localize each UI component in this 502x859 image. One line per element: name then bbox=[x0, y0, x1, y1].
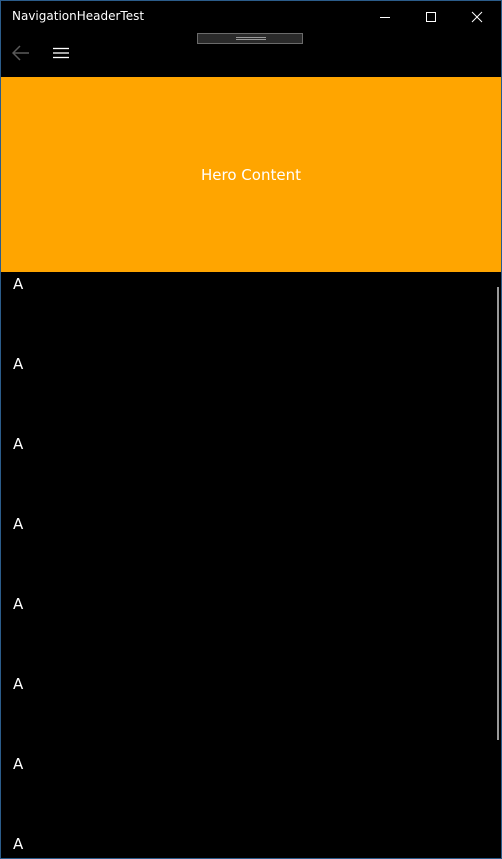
vertical-scrollbar[interactable] bbox=[497, 287, 499, 740]
item-list[interactable]: A A A A A A A A bbox=[1, 272, 501, 858]
maximize-button[interactable] bbox=[408, 1, 454, 33]
list-item[interactable]: A bbox=[13, 273, 23, 295]
hamburger-menu-icon bbox=[53, 47, 69, 59]
list-item[interactable]: A bbox=[13, 433, 23, 455]
list-item[interactable]: A bbox=[13, 753, 23, 775]
grip-line bbox=[236, 39, 266, 40]
maximize-icon bbox=[426, 12, 436, 22]
close-button[interactable] bbox=[454, 1, 500, 33]
back-button[interactable] bbox=[9, 41, 33, 65]
list-item[interactable]: A bbox=[13, 353, 23, 375]
grip-line bbox=[236, 37, 266, 38]
list-item[interactable]: A bbox=[13, 513, 23, 535]
hero-text: Hero Content bbox=[201, 165, 301, 184]
minimize-icon bbox=[380, 17, 390, 18]
window-title: NavigationHeaderTest bbox=[12, 9, 145, 23]
list-item[interactable]: A bbox=[13, 673, 23, 695]
back-arrow-icon bbox=[12, 45, 29, 61]
title-bar[interactable]: NavigationHeaderTest bbox=[1, 1, 501, 33]
list-item[interactable]: A bbox=[13, 593, 23, 615]
minimize-button[interactable] bbox=[362, 1, 408, 33]
hamburger-menu-button[interactable] bbox=[49, 41, 73, 65]
close-icon bbox=[471, 11, 483, 23]
app-window: NavigationHeaderTest Hero Content A A A … bbox=[0, 0, 502, 859]
list-item[interactable]: A bbox=[13, 833, 23, 855]
drag-handle[interactable] bbox=[197, 33, 303, 44]
hero-banner: Hero Content bbox=[1, 77, 501, 272]
